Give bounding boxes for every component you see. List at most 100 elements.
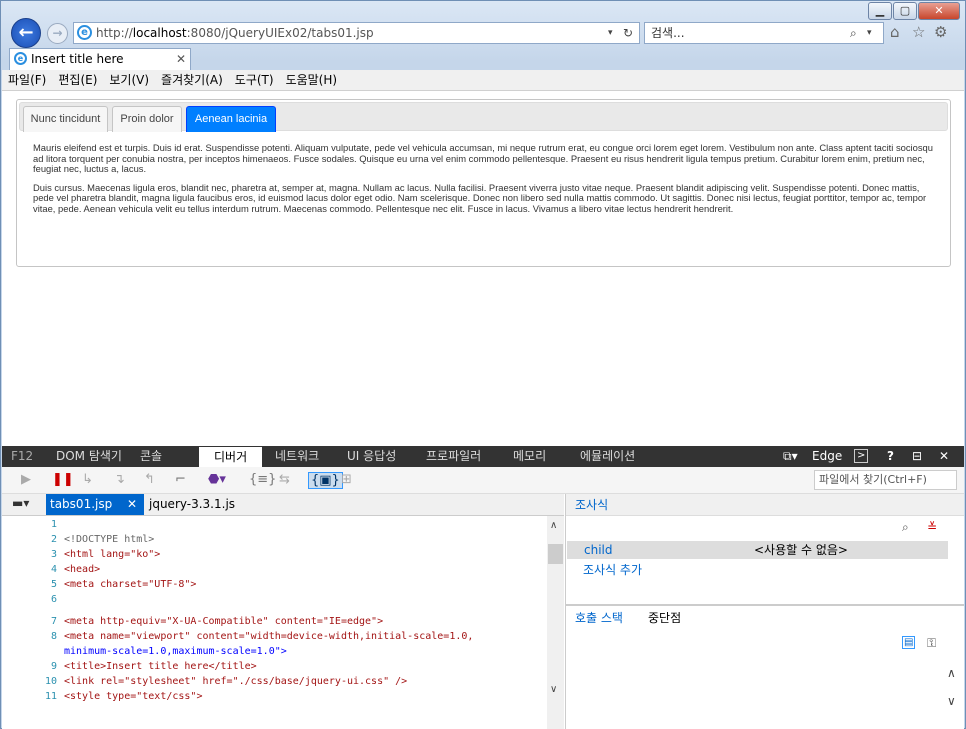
code-editor[interactable]: 1 2 <!DOCTYPE html> 3 <html lang="ko"> 4 <h… — [2, 516, 547, 729]
tab-aenean-lacinia[interactable]: Aenean lacinia — [186, 106, 276, 132]
forward-arrow-icon: → — [52, 26, 63, 40]
forward-button[interactable]: → — [47, 23, 68, 44]
dropdown-icon[interactable]: ▾ — [608, 23, 613, 43]
refresh-icon[interactable]: ↻ — [623, 23, 633, 43]
line-text: <style type="text/css"> — [64, 691, 203, 702]
search-dropdown-icon[interactable]: ▾ — [867, 23, 872, 43]
jquery-tabs-widget: Nunc tincidunt Proin dolor Aenean lacini… — [16, 99, 951, 267]
search-box[interactable]: 검색... ⌕ ▾ — [644, 22, 884, 44]
file-tab-close-icon[interactable]: ✕ — [127, 494, 137, 515]
menu-view[interactable]: 보기(V) — [103, 70, 155, 90]
line-text: <!DOCTYPE html> — [64, 534, 155, 545]
stack-scroll-down-icon[interactable]: ∨ — [947, 694, 956, 708]
back-arrow-icon: ← — [18, 22, 34, 43]
favorites-star-icon[interactable]: ☆ — [912, 23, 925, 41]
step-over-icon[interactable]: ↴ — [114, 472, 125, 487]
break-on-new-worker-icon[interactable]: ⌐ — [175, 472, 186, 487]
just-my-code-icon[interactable]: {▣} — [308, 472, 343, 489]
maximize-button[interactable]: ▢ — [893, 2, 917, 20]
tab-dom-explorer[interactable]: DOM 탐색기 — [56, 446, 122, 467]
code-scrollbar[interactable]: ∧ ∨ — [547, 516, 564, 729]
source-map-icon[interactable]: ⊞ — [341, 472, 352, 487]
line-text: <title>Insert title here</title> — [64, 661, 257, 672]
tab-breakpoints[interactable]: 중단점 — [648, 606, 681, 630]
home-icon[interactable]: ⌂ — [890, 23, 900, 41]
folder-icon[interactable]: ▬▾ — [12, 496, 29, 510]
device-icon[interactable]: ⧉▾ — [783, 446, 798, 467]
devtools-tab-bar: F12 DOM 탐색기 콘솔 디버거 네트워크 UI 응답성 프로파일러 메모리… — [2, 446, 964, 467]
tab-title: Insert title here — [31, 52, 124, 66]
line-text: <meta http-equiv="X-UA-Compatible" conte… — [64, 616, 384, 627]
menu-tools[interactable]: 도구(T) — [229, 70, 280, 90]
tab-console[interactable]: 콘솔 — [140, 446, 162, 467]
menu-help[interactable]: 도움말(H) — [280, 70, 344, 90]
line-number: 3 — [50, 549, 57, 560]
devtools-close-icon[interactable]: ✕ — [939, 446, 949, 467]
show-frames-icon[interactable]: ⚿ — [927, 636, 936, 651]
browser-window: ▁ ▢ ✕ ← → e http://localhost:8080/jQuery… — [0, 0, 966, 729]
search-icon[interactable]: ⌕ — [850, 23, 857, 43]
url-path: :8080/jQueryUIEx02/tabs01.jsp — [186, 26, 374, 40]
stack-scroll-up-icon[interactable]: ∧ — [947, 666, 956, 680]
tab-close-icon[interactable]: ✕ — [176, 49, 186, 69]
address-bar[interactable]: e http://localhost:8080/jQueryUIEx02/tab… — [73, 22, 640, 44]
add-watch-link[interactable]: 조사식 추가 — [583, 561, 642, 578]
menu-favorites[interactable]: 즐겨찾기(A) — [155, 70, 229, 90]
continue-icon[interactable]: ▶ — [21, 472, 31, 487]
panel-paragraph: Duis cursus. Maecenas ligula eros, bland… — [33, 181, 927, 214]
url-text: http://localhost:8080/jQueryUIEx02/tabs0… — [96, 23, 374, 43]
tab-emulation[interactable]: 에뮬레이션 — [580, 446, 635, 467]
watch-header: 조사식 — [566, 494, 964, 516]
delete-all-watches-icon[interactable]: ≚ — [927, 520, 937, 534]
watch-title[interactable]: 조사식 — [575, 498, 608, 512]
menu-file[interactable]: 파일(F) — [2, 70, 52, 90]
tab-network[interactable]: 네트워크 — [275, 446, 319, 467]
tab-debugger[interactable]: 디버거 — [199, 447, 263, 467]
gear-icon[interactable]: ⚙ — [934, 23, 947, 41]
line-text: <html lang="ko"> — [64, 549, 161, 560]
watch-value: <사용할 수 없음> — [754, 543, 848, 557]
callstack-header: 호출 스택 중단점 — [566, 604, 964, 630]
tab-proin-dolor[interactable]: Proin dolor — [112, 106, 182, 132]
devtools-f12-label: F12 — [11, 449, 34, 463]
watch-row[interactable]: child <사용할 수 없음> — [567, 541, 948, 559]
exception-behavior-icon[interactable]: ⬣▾ — [208, 472, 226, 487]
find-in-files-input[interactable]: 파일에서 찾기(Ctrl+F) — [814, 470, 957, 490]
scroll-down-icon[interactable]: ∨ — [550, 684, 557, 695]
tab-profiler[interactable]: 프로파일러 — [426, 446, 481, 467]
tab-nunc-tincidunt[interactable]: Nunc tincidunt — [23, 106, 108, 132]
tabs-header: Nunc tincidunt Proin dolor Aenean lacini… — [19, 102, 948, 132]
scroll-up-icon[interactable]: ∧ — [550, 520, 557, 531]
close-window-button[interactable]: ✕ — [918, 2, 960, 20]
line-number: 2 — [50, 534, 57, 545]
tab-ui-responsiveness[interactable]: UI 응답성 — [347, 446, 396, 467]
tab-call-stack[interactable]: 호출 스택 — [575, 606, 623, 630]
debugger-side-pane: 조사식 ⌕ ≚ child <사용할 수 없음> 조사식 추가 호출 스택 중단… — [565, 494, 964, 729]
file-tab-jquery[interactable]: jquery-3.3.1.js — [149, 494, 235, 515]
console-toggle-icon[interactable]: > — [854, 449, 869, 463]
search-placeholder: 검색... — [651, 26, 685, 40]
step-out-icon[interactable]: ↰ — [144, 472, 155, 487]
ie-page-icon: e — [77, 25, 92, 40]
minimize-button[interactable]: ▁ — [868, 2, 892, 20]
menu-edit[interactable]: 편집(E) — [52, 70, 103, 90]
edge-mode-label[interactable]: Edge — [812, 446, 842, 467]
scroll-thumb[interactable] — [548, 544, 563, 564]
tab-memory[interactable]: 메모리 — [513, 446, 546, 467]
line-text: <meta name="viewport" content="width=dev… — [64, 631, 474, 642]
back-button[interactable]: ← — [11, 18, 41, 48]
line-number: 5 — [50, 579, 57, 590]
break-all-icon[interactable]: ❚❚ — [52, 472, 74, 487]
step-into-icon[interactable]: ↳ — [82, 472, 93, 487]
word-wrap-icon[interactable]: ⇆ — [279, 472, 290, 487]
line-number: 9 — [50, 661, 57, 672]
line-number: 10 — [44, 676, 57, 687]
pretty-print-icon[interactable]: {≡} — [249, 472, 276, 487]
browser-tab[interactable]: e Insert title here ✕ — [9, 48, 191, 70]
undock-icon[interactable]: ⊟ — [912, 446, 922, 467]
call-stack-view-icon[interactable]: ▤ — [902, 636, 916, 649]
add-watch-icon[interactable]: ⌕ — [902, 520, 909, 535]
help-icon[interactable]: ? — [887, 446, 894, 467]
file-tab-label: tabs01.jsp — [50, 497, 113, 511]
file-tab-tabs01[interactable]: tabs01.jsp ✕ — [46, 494, 144, 515]
